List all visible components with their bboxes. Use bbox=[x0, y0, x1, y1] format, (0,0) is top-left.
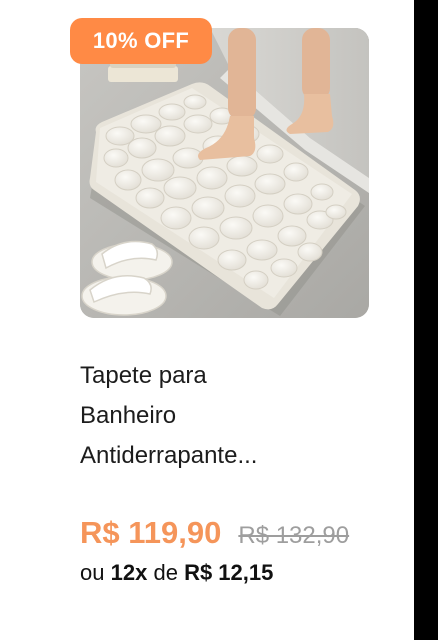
installment-connector: de bbox=[153, 560, 178, 585]
screen: 10% OFF Tapete para Banheiro Antiderrapa… bbox=[0, 0, 438, 640]
product-title[interactable]: Tapete para Banheiro Antiderrapante... bbox=[80, 356, 380, 476]
discount-badge: 10% OFF bbox=[70, 18, 212, 64]
installment-prefix: ou bbox=[80, 560, 105, 585]
installment-amount: R$ 12,15 bbox=[184, 560, 274, 585]
product-title-line-3: Antiderrapante... bbox=[80, 442, 258, 469]
installment-info: ou 12x de R$ 12,15 bbox=[80, 560, 400, 594]
bath-mat-photo bbox=[80, 28, 369, 318]
installment-count: 12x bbox=[110, 560, 148, 585]
current-price: R$ 119,90 bbox=[80, 515, 222, 550]
product-image[interactable] bbox=[80, 28, 369, 318]
price-row: R$ 119,90 R$ 132,90 bbox=[80, 515, 400, 555]
product-title-line-1: Tapete para bbox=[80, 362, 207, 389]
product-title-line-2: Banheiro bbox=[80, 402, 177, 429]
product-card[interactable]: 10% OFF Tapete para Banheiro Antiderrapa… bbox=[0, 0, 414, 640]
original-price: R$ 132,90 bbox=[238, 522, 350, 549]
